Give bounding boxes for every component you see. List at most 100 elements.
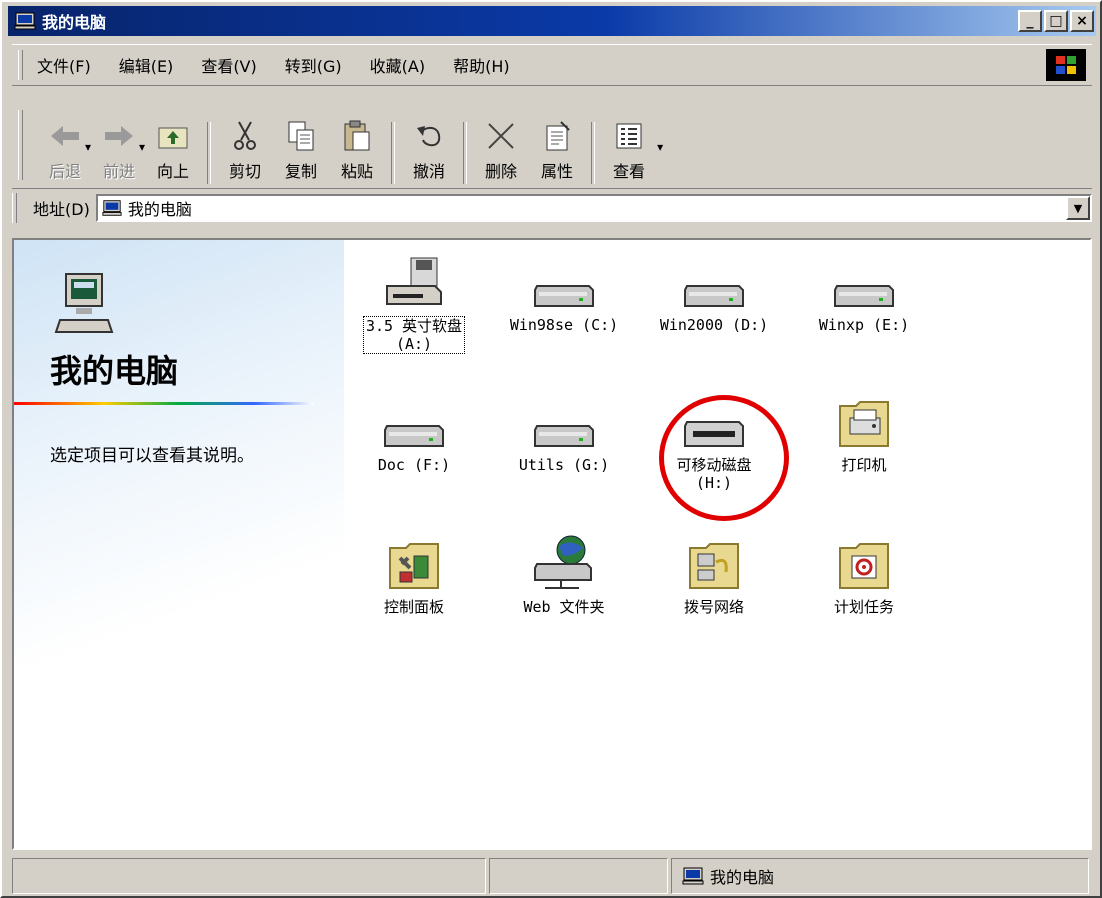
control-panel-icon: [389, 543, 439, 589]
printers-item[interactable]: 打印机: [789, 390, 939, 474]
drive-d-item[interactable]: Win2000 (D:): [639, 250, 789, 334]
title-bar[interactable]: 我的电脑 _ □ ×: [8, 6, 1096, 36]
properties-icon: [546, 121, 570, 151]
drive-c-item[interactable]: Win98se (C:): [489, 250, 639, 334]
drive-a-item[interactable]: 3.5 英寸软盘 (A:): [339, 250, 489, 354]
drive-f-item[interactable]: Doc (F:): [339, 390, 489, 474]
undo-button[interactable]: 撤消: [401, 118, 457, 182]
menu-go[interactable]: 转到(G): [285, 53, 342, 77]
menu-help[interactable]: 帮助(H): [453, 53, 510, 77]
forward-label: 前进: [103, 162, 136, 181]
address-value: 我的电脑: [127, 200, 192, 219]
up-label: 向上: [157, 162, 190, 181]
back-arrow-icon: [51, 126, 79, 146]
up-button[interactable]: 向上: [145, 118, 201, 182]
status-bar: 我的电脑: [12, 858, 1092, 896]
undo-label: 撤消: [413, 162, 446, 181]
control-panel-label: 控制面板: [383, 598, 444, 616]
floppy-drive-icon: [386, 257, 442, 305]
windows-logo-icon: [1046, 49, 1086, 81]
web-folders-icon: [534, 535, 592, 589]
my-computer-large-icon: [54, 273, 114, 333]
drive-g-item[interactable]: Utils (G:): [489, 390, 639, 474]
hard-drive-icon: [684, 285, 744, 307]
delete-button[interactable]: 删除: [473, 118, 529, 182]
dial-up-label: 拨号网络: [683, 598, 744, 616]
web-folders-item[interactable]: Web 文件夹: [489, 532, 639, 616]
toolbar-separator: [207, 122, 212, 184]
back-label: 后退: [48, 162, 81, 181]
my-computer-icon: [682, 867, 704, 885]
hard-drive-icon: [534, 285, 594, 307]
address-input[interactable]: 我的电脑 ▼: [95, 194, 1092, 222]
toolbar-separator: [463, 122, 468, 184]
dial-up-item[interactable]: 拨号网络: [639, 532, 789, 616]
address-bar: 地址(D) 我的电脑 ▼: [12, 190, 1092, 226]
status-panel-zone: 我的电脑: [670, 858, 1089, 894]
menu-view[interactable]: 查看(V): [201, 53, 256, 77]
standard-toolbar: 后退 ▾ 前进 ▾ 向上 剪切 复制 粘贴 撤消 删除 属性 查看 ▾: [12, 92, 1092, 189]
info-pane: 我的电脑 选定项目可以查看其说明。: [14, 240, 344, 848]
toolbar-grip[interactable]: [18, 110, 23, 180]
addressbar-grip[interactable]: [12, 193, 17, 223]
toolbar-separator: [591, 122, 596, 184]
paste-label: 粘贴: [341, 162, 374, 181]
drive-e-label: Winxp (E:): [818, 316, 910, 334]
control-panel-item[interactable]: 控制面板: [339, 532, 489, 616]
drive-e-item[interactable]: Winxp (E:): [789, 250, 939, 334]
menu-edit[interactable]: 编辑(E): [119, 53, 174, 77]
scheduled-tasks-icon: [839, 543, 889, 589]
cut-label: 剪切: [229, 162, 262, 181]
menu-file[interactable]: 文件(F): [37, 53, 91, 77]
delete-x-icon: [488, 123, 514, 149]
copy-icon: [288, 121, 314, 151]
dial-up-networking-icon: [689, 543, 739, 589]
printers-label: 打印机: [841, 456, 887, 474]
folder-up-icon: [158, 127, 188, 149]
scheduled-tasks-item[interactable]: 计划任务: [789, 532, 939, 616]
drive-c-label: Win98se (C:): [509, 316, 619, 334]
undo-icon: [417, 126, 441, 147]
scissors-icon: [234, 121, 257, 150]
maximize-button[interactable]: □: [1044, 10, 1068, 32]
properties-button[interactable]: 属性: [529, 118, 585, 182]
views-button[interactable]: 查看: [601, 118, 657, 182]
drive-f-label: Doc (F:): [377, 456, 451, 474]
toolbar-separator: [391, 122, 396, 184]
status-panel-empty: [488, 858, 668, 894]
menu-favorites[interactable]: 收藏(A): [370, 53, 425, 77]
paste-button[interactable]: 粘贴: [329, 118, 385, 182]
window-title: 我的电脑: [42, 13, 107, 32]
copy-button[interactable]: 复制: [273, 118, 329, 182]
forward-arrow-icon: [105, 126, 134, 146]
drive-d-label: Win2000 (D:): [659, 316, 769, 334]
hard-drive-icon: [534, 425, 594, 447]
info-title: 我的电脑: [50, 352, 179, 390]
content-area: 我的电脑 选定项目可以查看其说明。 3.5 英寸软盘 (A:) Win98se …: [12, 238, 1092, 850]
my-computer-icon: [102, 200, 122, 216]
minimize-button[interactable]: _: [1018, 10, 1042, 32]
views-dropdown-icon[interactable]: ▾: [657, 140, 663, 154]
drive-a-label: 3.5 英寸软盘 (A:): [362, 316, 466, 354]
menu-bar: 文件(F) 编辑(E) 查看(V) 转到(G) 收藏(A) 帮助(H): [12, 44, 1092, 86]
address-dropdown-button[interactable]: ▼: [1066, 196, 1090, 220]
paste-icon: [344, 120, 370, 151]
hard-drive-icon: [384, 425, 444, 447]
scheduled-tasks-label: 计划任务: [833, 598, 894, 616]
close-button[interactable]: ×: [1070, 10, 1094, 32]
views-label: 查看: [613, 162, 646, 181]
menubar-grip[interactable]: [18, 50, 23, 80]
drive-g-label: Utils (G:): [518, 456, 610, 474]
cut-button[interactable]: 剪切: [217, 118, 273, 182]
status-panel-text: [12, 858, 486, 894]
highlight-circle: [659, 395, 789, 521]
status-zone-label: 我的电脑: [709, 868, 774, 887]
views-icon: [616, 123, 642, 149]
delete-label: 删除: [485, 162, 518, 181]
web-folders-label: Web 文件夹: [523, 598, 605, 616]
properties-label: 属性: [541, 162, 574, 181]
my-computer-icon: [14, 12, 36, 30]
printers-folder-icon: [839, 401, 889, 447]
info-description: 选定项目可以查看其说明。: [50, 446, 254, 466]
address-label: 地址(D): [33, 200, 90, 219]
